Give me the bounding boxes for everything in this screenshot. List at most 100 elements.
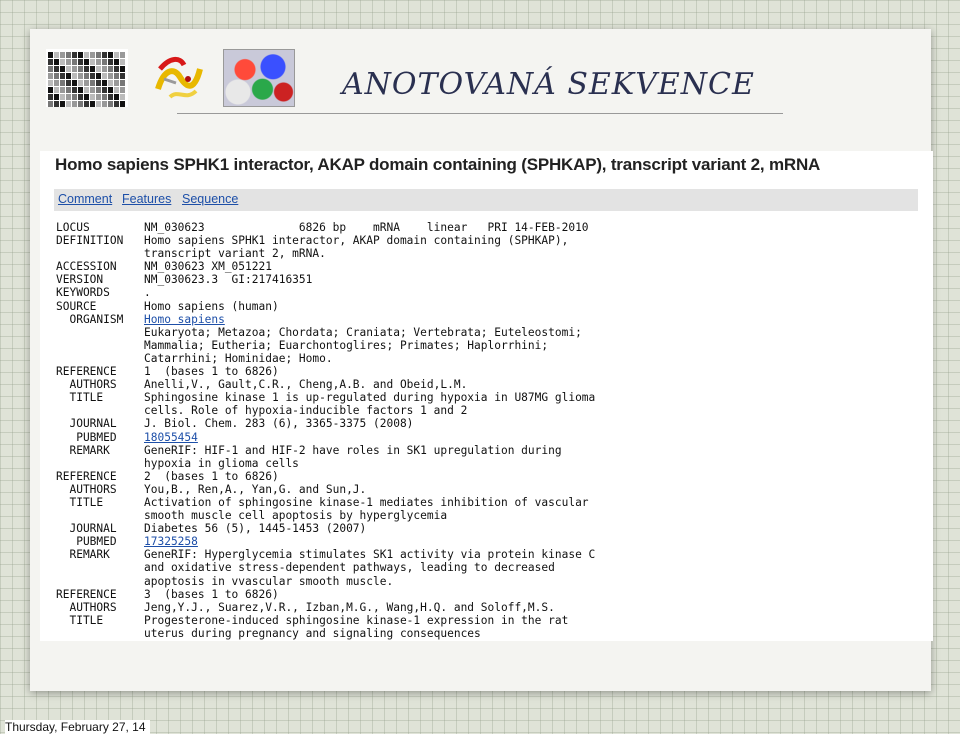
record-field-value: NM_030623.3 GI:217416351 (144, 273, 313, 287)
record-field-value: smooth muscle cell apoptosis by hypergly… (144, 509, 448, 523)
record-line: JOURNAL Diabetes 56 (5), 1445-1453 (2007) (56, 522, 595, 535)
record-line: Mammalia; Eutheria; Euarchontoglires; Pr… (56, 339, 595, 352)
record-tab-bar: Comment Features Sequence (54, 189, 918, 211)
record-line: LOCUS NM_030623 6826 bp mRNA linear PRI 1… (56, 221, 595, 234)
record-line: TITLE Progesterone-induced sphingosine ki… (56, 614, 595, 627)
record-field-key: REFERENCE (56, 365, 117, 379)
record-field-value: . (144, 286, 151, 300)
record-field-value: hypoxia in glioma cells (144, 456, 299, 470)
record-field-value: 2 (bases 1 to 6826) (144, 469, 279, 483)
record-field-value: 3 (bases 1 to 6826) (144, 587, 279, 601)
record-field-value: You,B., Ren,A., Yan,G. and Sun,J. (144, 482, 367, 496)
record-field-value: uterus during pregnancy and signaling co… (144, 626, 481, 640)
record-field-key: PUBMED (56, 535, 117, 549)
alignment-row (48, 66, 126, 72)
record-field-value: GeneRIF: HIF-1 and HIF-2 have roles in S… (144, 443, 562, 457)
record-field-value: cells. Role of hypoxia-inducible factors… (144, 404, 468, 418)
record-field-value: Homo sapiens (human) (144, 299, 279, 313)
protein-ribbon-thumbnail (155, 57, 203, 99)
record-field-key: AUTHORS (56, 482, 117, 496)
record-field-value: Activation of sphingosine kinase-1 media… (144, 495, 589, 509)
record-field-value: NM_030623 XM_051221 (144, 260, 272, 274)
record-line: REFERENCE 2 (bases 1 to 6826) (56, 470, 595, 483)
record-field-key: KEYWORDS (56, 286, 110, 300)
record-field-key: SOURCE (56, 299, 97, 313)
record-field-value: and oxidative stress-dependent pathways,… (144, 561, 555, 575)
record-line: ORGANISM Homo sapiens (56, 313, 595, 326)
slide-title: ANOTOVANÁ SEKVENCE (342, 67, 755, 102)
record-line: hypoxia in glioma cells (56, 457, 595, 470)
record-line: KEYWORDS. (56, 286, 595, 299)
slide: ANOTOVANÁ SEKVENCE Homo sapiens SPHK1 in… (30, 29, 933, 691)
title-divider (177, 113, 783, 114)
record-field-link[interactable]: 17325258 (144, 535, 198, 548)
molecular-surface-thumbnail (223, 49, 295, 107)
record-line: AUTHORS Anelli,V., Gault,C.R., Cheng,A.B.… (56, 378, 595, 391)
record-field-value: apoptosis in vvascular smooth muscle. (144, 574, 394, 588)
record-field-value: transcript variant 2, mRNA. (144, 247, 326, 261)
record-field-key: DEFINITION (56, 234, 124, 248)
alignment-row (48, 80, 126, 86)
record-field-key: AUTHORS (56, 600, 117, 614)
record-line: REFERENCE 1 (bases 1 to 6826) (56, 365, 595, 378)
record-field-link[interactable]: Homo sapiens (144, 313, 225, 326)
record-field-value: Jeng,Y.J., Suarez,V.R., Izban,M.G., Wang… (144, 600, 555, 614)
record-field-key: JOURNAL (56, 522, 117, 536)
record-field-key: REMARK (56, 548, 110, 562)
record-field-key: REFERENCE (56, 587, 117, 601)
record-field-key: ACCESSION (56, 260, 117, 274)
record-line: VERSION NM_030623.3 GI:217416351 (56, 273, 595, 286)
record-field-value: Anelli,V., Gault,C.R., Cheng,A.B. and Ob… (144, 378, 468, 392)
record-field-key: LOCUS (56, 221, 90, 234)
record-line: transcript variant 2, mRNA. (56, 247, 595, 260)
record-field-key: REFERENCE (56, 469, 117, 483)
alignment-row (48, 59, 126, 65)
record-field-link[interactable]: 18055454 (144, 431, 198, 444)
record-field-value: Sphingosine kinase 1 is up-regulated dur… (144, 391, 596, 405)
record-line: REMARK GeneRIF: Hyperglycemia stimulates … (56, 548, 595, 561)
record-field-key: REMARK (56, 443, 110, 457)
record-field-key: ORGANISM (56, 312, 124, 326)
record-line: DEFINITION Homo sapiens SPHK1 interactor,… (56, 234, 595, 247)
slide-date: Thursday, February 27, 14 (5, 720, 150, 734)
record-field-key: AUTHORS (56, 378, 117, 392)
record-field-value: Diabetes 56 (5), 1445-1453 (2007) (144, 522, 367, 536)
record-line: smooth muscle cell apoptosis by hypergly… (56, 509, 595, 522)
record-line: TITLE Sphingosine kinase 1 is up-regulate… (56, 391, 595, 404)
record-line: AUTHORS Jeng,Y.J., Suarez,V.R., Izban,M.G… (56, 601, 595, 614)
record-line: REMARK GeneRIF: HIF-1 and HIF-2 have role… (56, 444, 595, 457)
record-line: ACCESSION NM_030623 XM_051221 (56, 260, 595, 273)
record-field-value: Catarrhini; Hominidae; Homo. (144, 351, 333, 365)
sequence-alignment-thumbnail (46, 49, 128, 107)
record-line: AUTHORS You,B., Ren,A., Yan,G. and Sun,J. (56, 483, 595, 496)
record-line: SOURCE Homo sapiens (human) (56, 300, 595, 313)
record-line: PUBMED 18055454 (56, 431, 595, 444)
record-line: Eukaryota; Metazoa; Chordata; Craniata; … (56, 326, 595, 339)
record-line: JOURNAL J. Biol. Chem. 283 (6), 3365-3375… (56, 417, 595, 430)
alignment-row (48, 52, 126, 58)
record-line: and oxidative stress-dependent pathways,… (56, 561, 595, 574)
record-field-key: VERSION (56, 273, 104, 287)
record-line: REFERENCE 3 (bases 1 to 6826) (56, 588, 595, 601)
tab-comment[interactable]: Comment (58, 192, 112, 206)
record-field-value: Homo sapiens SPHK1 interactor, AKAP doma… (144, 234, 569, 248)
record-field-key: JOURNAL (56, 417, 117, 431)
record-line: PUBMED 17325258 (56, 535, 595, 548)
alignment-row (48, 101, 126, 107)
genbank-record-panel: Homo sapiens SPHK1 interactor, AKAP doma… (40, 151, 933, 641)
record-line: cells. Role of hypoxia-inducible factors… (56, 404, 595, 417)
record-field-key: PUBMED (56, 430, 117, 444)
record-field-value: Eukaryota; Metazoa; Chordata; Craniata; … (144, 325, 582, 339)
record-field-key: TITLE (56, 391, 104, 405)
tab-features[interactable]: Features (122, 192, 171, 206)
alignment-row (48, 73, 126, 79)
alignment-row (48, 87, 126, 93)
record-field-value: 1 (bases 1 to 6826) (144, 365, 279, 379)
record-field-value: Mammalia; Eutheria; Euarchontoglires; Pr… (144, 338, 549, 352)
record-field-value: J. Biol. Chem. 283 (6), 3365-3375 (2008) (144, 417, 414, 431)
alignment-row (48, 94, 126, 100)
tab-sequence[interactable]: Sequence (182, 192, 238, 206)
record-field-key: TITLE (56, 613, 104, 627)
record-line: uterus during pregnancy and signaling co… (56, 627, 595, 640)
record-line: TITLE Activation of sphingosine kinase-1 … (56, 496, 595, 509)
